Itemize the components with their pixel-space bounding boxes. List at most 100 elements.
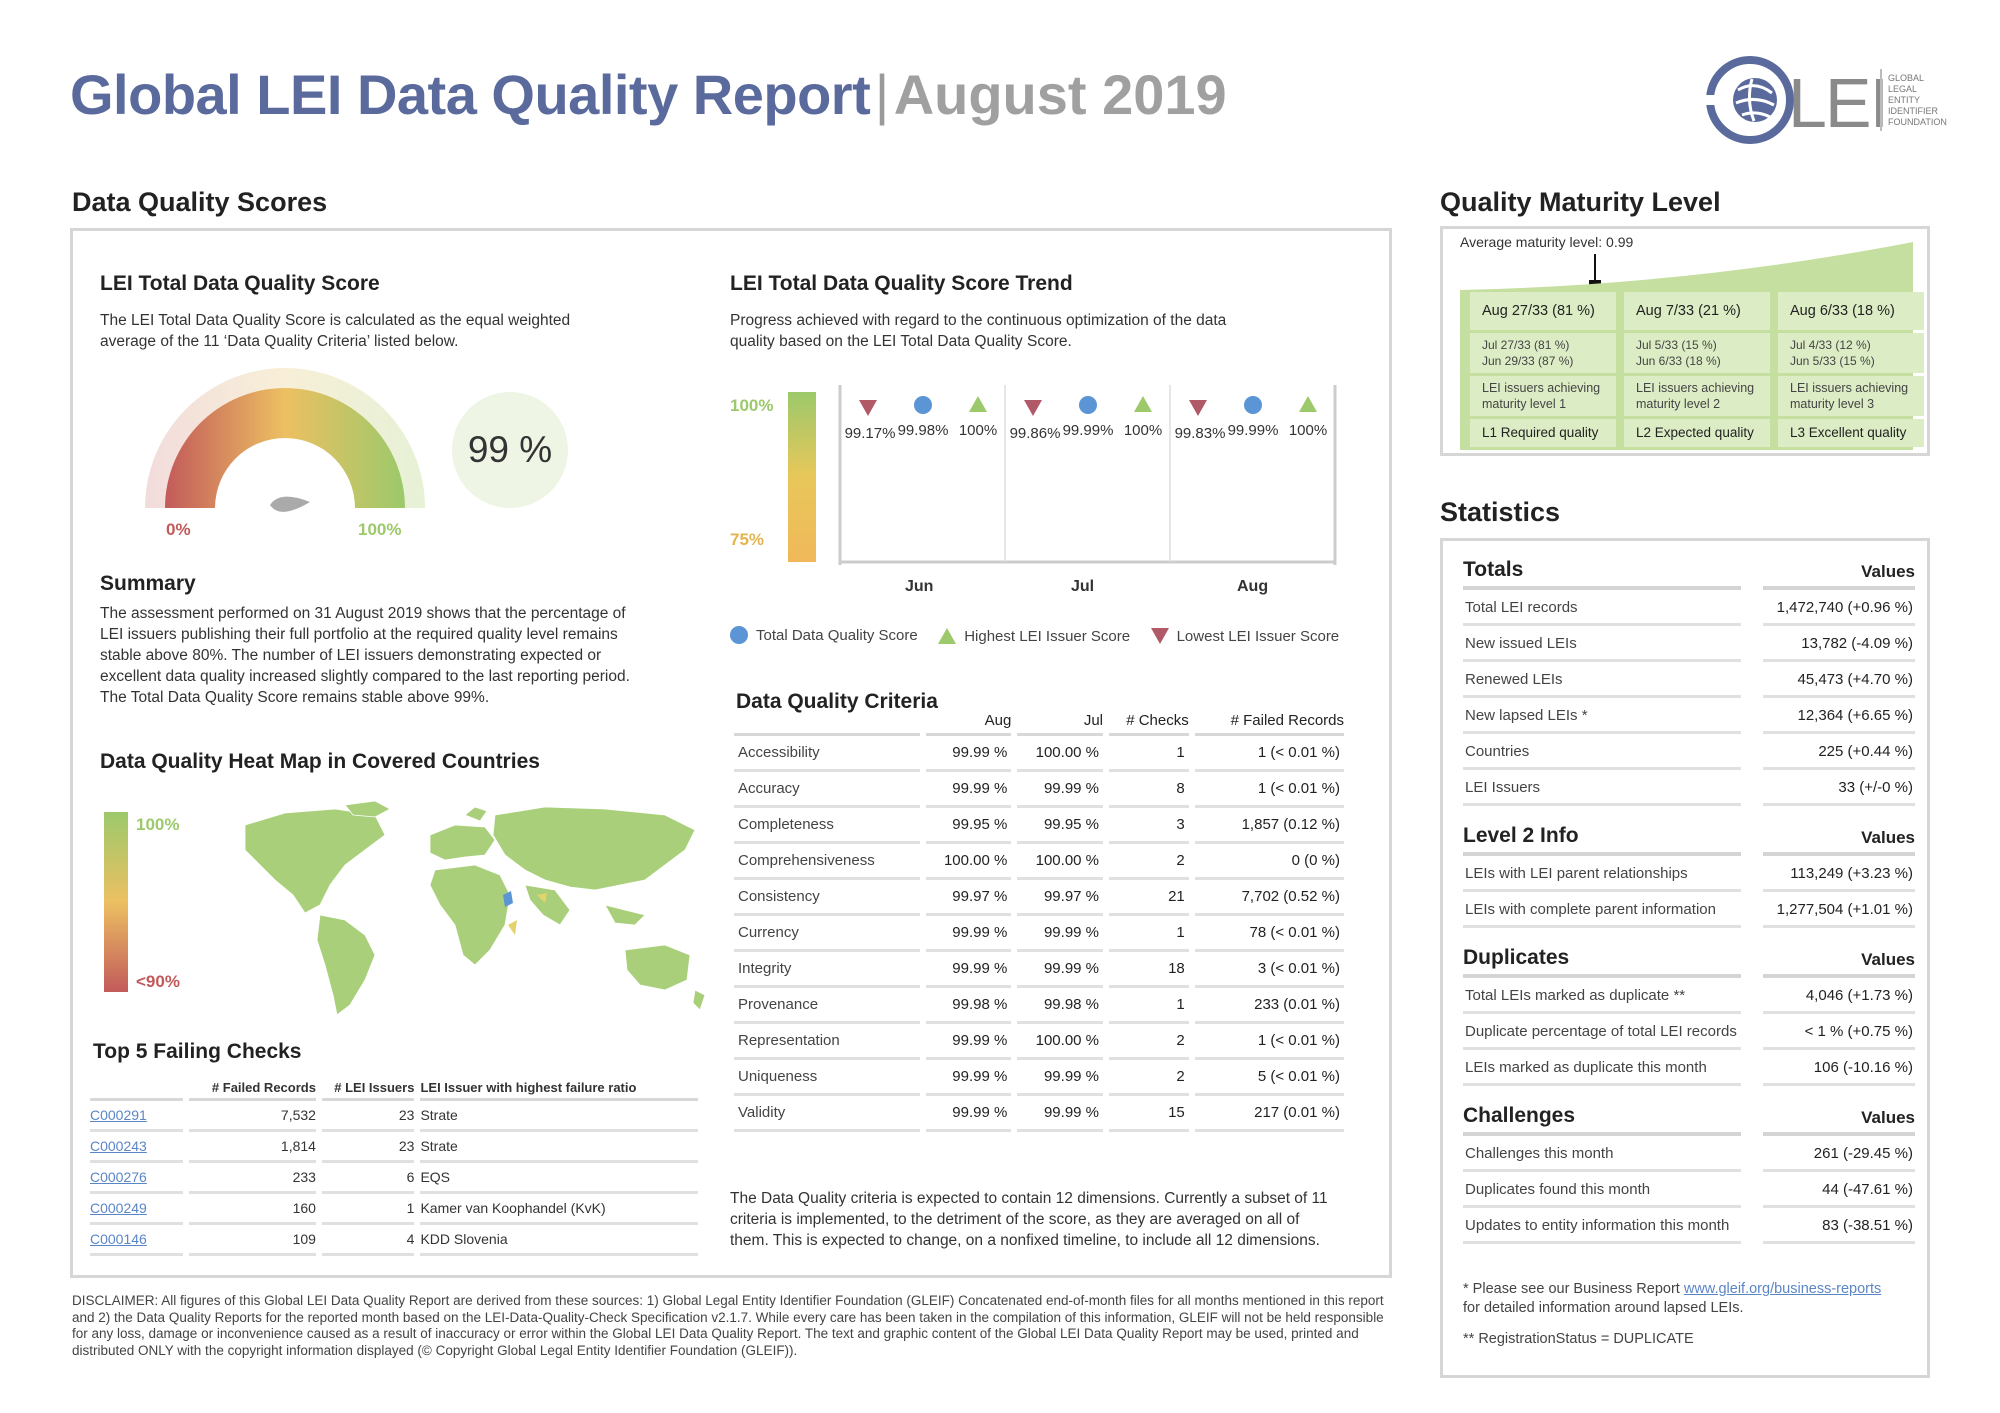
maturity-head: Aug 7/33 (21 %) <box>1624 292 1770 330</box>
business-report-link[interactable]: www.gleif.org/business-reports <box>1684 1281 1881 1297</box>
top5-row: C000276 233 6 EQS <box>90 1163 698 1194</box>
stats-row-label: Total LEIs marked as duplicate ** <box>1463 978 1741 1014</box>
criteria-jul-cell: 99.99 % <box>1017 916 1104 952</box>
trend-title: LEI Total Data Quality Score Trend <box>730 272 1073 295</box>
criteria-name-cell: Consistency <box>734 880 920 916</box>
top5-issuer-cell: Kamer van Koophandel (KvK) <box>420 1194 698 1225</box>
stats-row-label: Challenges this month <box>1463 1136 1741 1172</box>
criteria-aug-cell: 99.95 % <box>925 808 1012 844</box>
criteria-failed-cell: 3 (< 0.01 %) <box>1194 952 1344 988</box>
top5-row: C000243 1,814 23 Strate <box>90 1132 698 1163</box>
maturity-head: Aug 27/33 (81 %) <box>1470 292 1616 330</box>
logo-sub-line: IDENTIFIER <box>1888 106 1939 116</box>
logo-sub-line: GLOBAL <box>1888 73 1925 83</box>
criteria-failed-cell: 1,857 (0.12 %) <box>1194 808 1344 844</box>
top5-col-issuers: # LEI Issuers <box>321 1070 415 1101</box>
check-link[interactable]: C000146 <box>90 1231 147 1247</box>
dq-scores-heading: Data Quality Scores <box>72 187 328 217</box>
criteria-checks-cell: 8 <box>1109 772 1189 808</box>
stats-row-label: New lapsed LEIs * <box>1463 698 1741 734</box>
criteria-jul-cell: 99.98 % <box>1017 988 1104 1024</box>
maturity-history: Jul 5/33 (15 %) Jun 6/33 (18 %) <box>1624 333 1770 373</box>
criteria-checks-cell: 1 <box>1109 916 1189 952</box>
stats-row-label: New issued LEIs <box>1463 626 1741 662</box>
stats-row: Challenges this month 261 (-29.45 %) <box>1463 1136 1915 1172</box>
stats-row-value: 13,782 (-4.09 %) <box>1763 626 1915 662</box>
stats-values-label: Values <box>1763 950 1915 978</box>
top5-header-row: # Failed Records # LEI Issuers LEI Issue… <box>90 1070 698 1101</box>
stats-row-value: 12,364 (+6.65 %) <box>1763 698 1915 734</box>
logo-sub-line: ENTITY <box>1888 95 1921 105</box>
stats-row-value: < 1 % (+0.75 %) <box>1763 1014 1915 1050</box>
top5-failed-cell: 109 <box>188 1225 316 1256</box>
criteria-failed-cell: 1 (< 0.01 %) <box>1194 736 1344 772</box>
maturity-desc-line: maturity level 1 <box>1482 397 1567 411</box>
check-link[interactable]: C000276 <box>90 1169 147 1185</box>
stats-row: New lapsed LEIs * 12,364 (+6.65 %) <box>1463 698 1915 734</box>
criteria-jul-cell: 99.99 % <box>1017 952 1104 988</box>
maturity-history-line: Jul 4/33 (12 %) <box>1790 338 1871 352</box>
stats-row-value: 113,249 (+3.23 %) <box>1763 856 1915 892</box>
stats-row-value: 33 (+/-0 %) <box>1763 770 1915 806</box>
title-text: Global LEI Data Quality Report <box>70 63 871 126</box>
criteria-col-checks: # Checks <box>1109 700 1189 736</box>
report-title: Global LEI Data Quality Report | August … <box>70 62 1227 127</box>
top5-issuer-cell: Strate <box>420 1132 698 1163</box>
logo-sub-line: LEGAL <box>1888 84 1918 94</box>
criteria-name-cell: Accuracy <box>734 772 920 808</box>
check-link[interactable]: C000291 <box>90 1107 147 1123</box>
stats-group: Totals Values Total LEI records 1,472,740 (… <box>1463 550 1915 806</box>
highest-score-label: 100% <box>1289 422 1327 439</box>
lowest-score-label: 99.86% <box>1010 425 1061 442</box>
criteria-row: Accuracy 99.99 % 99.99 % 8 1 (< 0.01 %) <box>734 772 1344 808</box>
stats-row-label: Renewed LEIs <box>1463 662 1741 698</box>
heatmap-scale-bottom: <90% <box>136 972 180 991</box>
stats-group-header: Totals Values <box>1463 550 1915 590</box>
criteria-name-cell: Integrity <box>734 952 920 988</box>
stats-group-title: Level 2 Info <box>1463 824 1741 856</box>
highest-score-label: 100% <box>1124 422 1162 439</box>
stats-row-value: 225 (+0.44 %) <box>1763 734 1915 770</box>
maturity-history-line: Jun 6/33 (18 %) <box>1636 354 1721 368</box>
criteria-col-jul: Jul <box>1017 700 1104 736</box>
criteria-jul-cell: 99.99 % <box>1017 1096 1104 1132</box>
stats-group-header: Level 2 Info Values <box>1463 816 1915 856</box>
total-score-label: 99.99% <box>1228 422 1279 439</box>
top5-issuer-cell: KDD Slovenia <box>420 1225 698 1256</box>
criteria-note: The Data Quality criteria is expected to… <box>730 1190 1328 1249</box>
criteria-row: Accessibility 99.99 % 100.00 % 1 1 (< 0.01 %… <box>734 736 1344 772</box>
check-link[interactable]: C000243 <box>90 1138 147 1154</box>
top5-check-cell: C000249 <box>90 1194 183 1225</box>
legend-high: Highest LEI Issuer Score <box>936 626 1130 646</box>
stats-values-label: Values <box>1763 562 1915 590</box>
stats-row: Renewed LEIs 45,473 (+4.70 %) <box>1463 662 1915 698</box>
criteria-jul-cell: 100.00 % <box>1017 844 1104 880</box>
maturity-level-label: L3 Excellent quality <box>1778 419 1924 447</box>
stats-row-value: 45,473 (+4.70 %) <box>1763 662 1915 698</box>
gleif-logo: LEI GLOBAL LEGAL ENTITY IDENTIFIER FOUND… <box>1700 55 1960 145</box>
criteria-aug-cell: 99.98 % <box>925 988 1012 1024</box>
criteria-name-cell: Currency <box>734 916 920 952</box>
criteria-row: Provenance 99.98 % 99.98 % 1 233 (0.01 %) <box>734 988 1344 1024</box>
highest-score-marker <box>1134 396 1152 412</box>
criteria-aug-cell: 99.99 % <box>925 1060 1012 1096</box>
top5-issuers-cell: 6 <box>321 1163 415 1194</box>
triangle-down-icon <box>1150 628 1169 644</box>
criteria-jul-cell: 99.99 % <box>1017 772 1104 808</box>
legend-low: Lowest LEI Issuer Score <box>1149 626 1339 646</box>
globe-icon <box>1700 56 1794 144</box>
stats-row: Countries 225 (+0.44 %) <box>1463 734 1915 770</box>
top5-failed-cell: 1,814 <box>188 1132 316 1163</box>
maturity-history-line: Jul 27/33 (81 %) <box>1482 338 1570 352</box>
criteria-row: Uniqueness 99.99 % 99.99 % 2 5 (< 0.01 %) <box>734 1060 1344 1096</box>
lowest-score-marker <box>859 400 877 416</box>
check-link[interactable]: C000249 <box>90 1200 147 1216</box>
trend-month-label: Aug <box>1237 578 1269 595</box>
criteria-checks-cell: 2 <box>1109 1060 1189 1096</box>
trend-chart: 99.17% 99.98% 100% 99.86% 99.99% 100% 99.83% 99… <box>838 385 1337 565</box>
criteria-jul-cell: 100.00 % <box>1017 1024 1104 1060</box>
criteria-checks-cell: 15 <box>1109 1096 1189 1132</box>
criteria-checks-cell: 2 <box>1109 844 1189 880</box>
stats-row: Total LEIs marked as duplicate ** 4,046 (… <box>1463 978 1915 1014</box>
stats-row: New issued LEIs 13,782 (-4.09 %) <box>1463 626 1915 662</box>
